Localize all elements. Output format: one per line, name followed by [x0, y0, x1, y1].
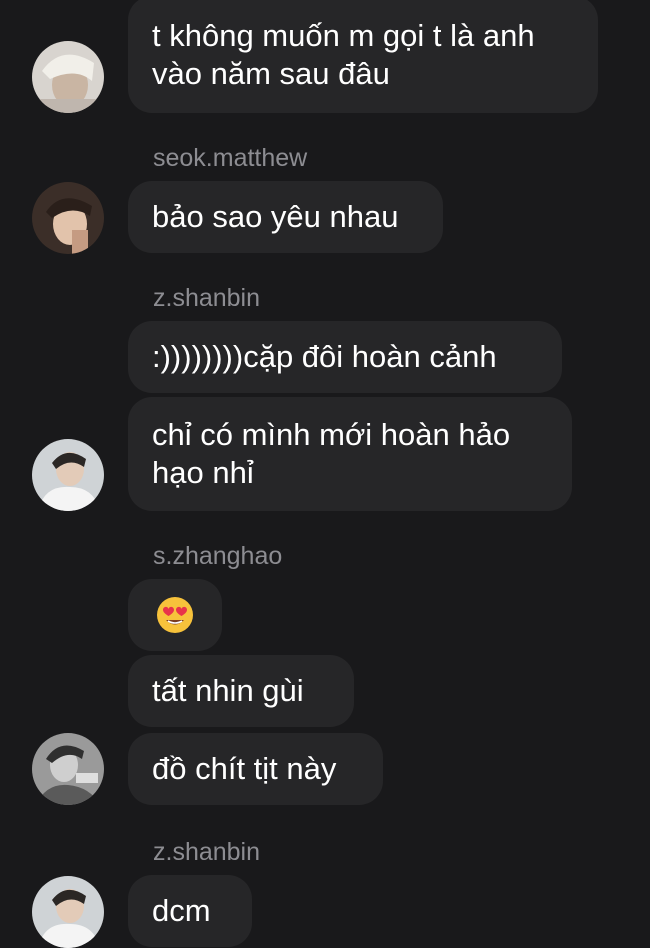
message-text: :))))))))cặp đôi hoàn cảnh [152, 339, 497, 374]
message-text: bảo sao yêu nhau [152, 199, 399, 234]
message-bubble[interactable]: t không muốn m gọi t là anh vào năm sau … [128, 0, 598, 113]
sender-name: z.shanbin [153, 284, 261, 312]
sender-name: seok.matthew [153, 144, 308, 172]
message-bubble[interactable]: dcm [128, 875, 252, 947]
heart-eyes-emoji-icon [157, 597, 193, 633]
avatar[interactable] [32, 876, 104, 948]
avatar[interactable] [32, 733, 104, 805]
message-bubble[interactable]: tất nhin gùi [128, 655, 354, 727]
message-bubble[interactable]: bảo sao yêu nhau [128, 181, 443, 253]
message-bubble[interactable]: đồ chít tịt này [128, 733, 383, 805]
message-text: chỉ có mình mới hoàn hảo hạo nhỉ [152, 417, 511, 490]
message-text: dcm [152, 893, 211, 928]
message-text: tất nhin gùi [152, 673, 304, 708]
avatar[interactable] [32, 41, 104, 113]
avatar[interactable] [32, 439, 104, 511]
message-text: đồ chít tịt này [152, 751, 337, 786]
sender-name: z.shanbin [153, 838, 261, 866]
message-text: t không muốn m gọi t là anh vào năm sau … [152, 17, 535, 91]
message-bubble[interactable]: :))))))))cặp đôi hoàn cảnh [128, 321, 562, 393]
avatar[interactable] [32, 182, 104, 254]
emoji-bubble[interactable] [128, 579, 222, 651]
sender-name: s.zhanghao [153, 542, 283, 570]
message-bubble[interactable]: chỉ có mình mới hoàn hảo hạo nhỉ [128, 397, 572, 511]
chat-thread: t không muốn m gọi t là anh vào năm sau … [0, 0, 650, 948]
